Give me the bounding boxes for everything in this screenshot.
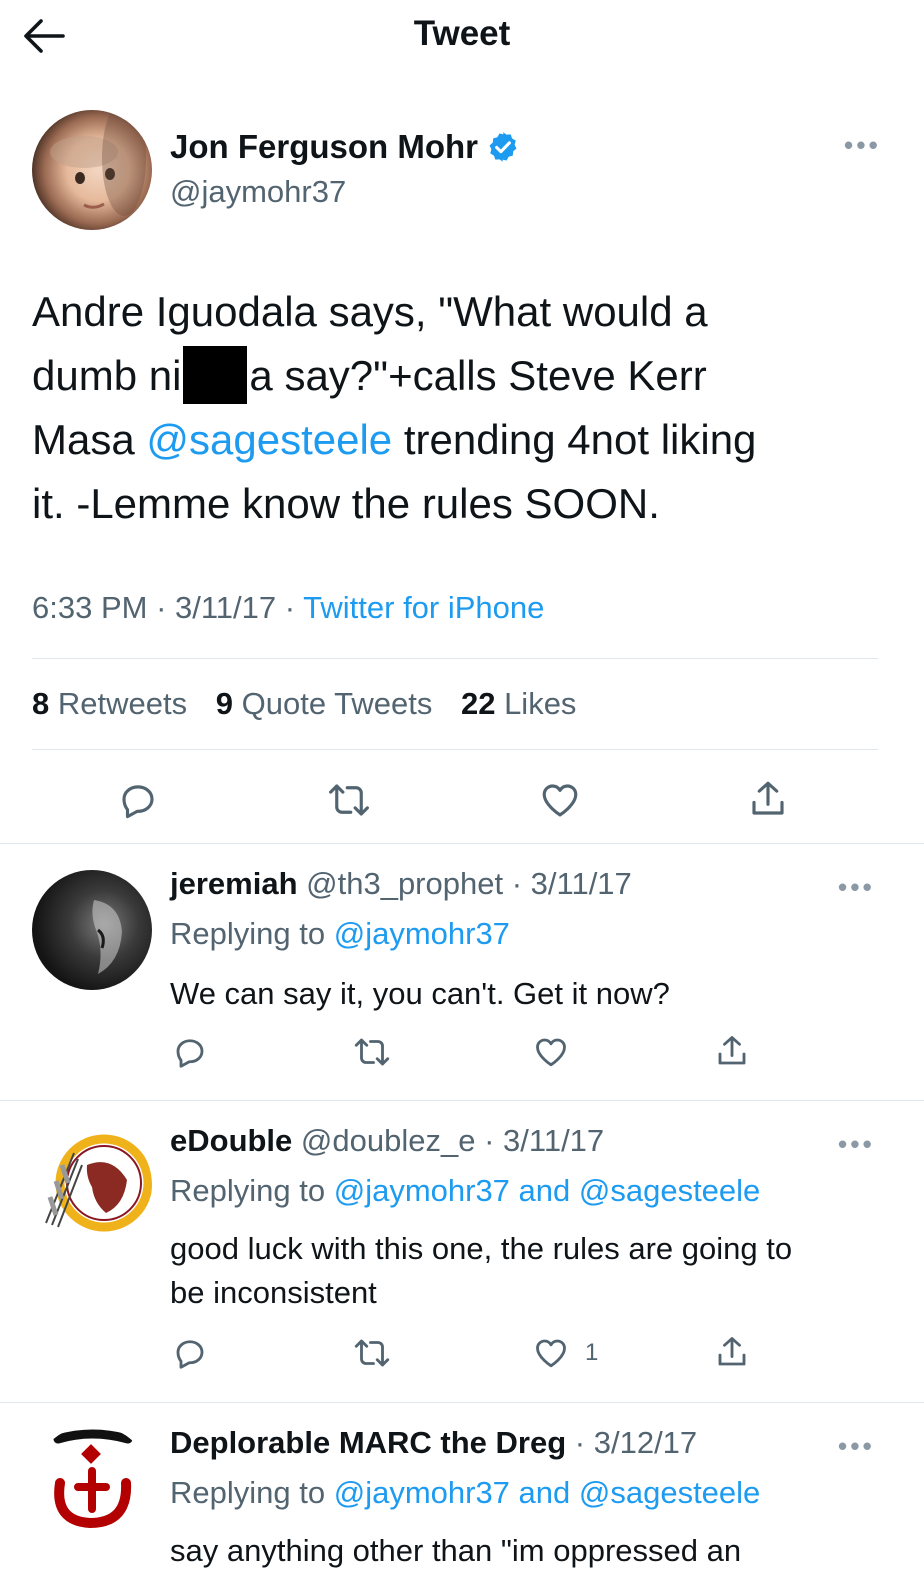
replying-to-link[interactable]: @jaymohr37 and @sagesteele [334, 1173, 761, 1208]
replying-label: Replying to [170, 1173, 326, 1208]
retweet-icon[interactable] [326, 779, 372, 821]
reply-date[interactable]: 3/11/17 [531, 866, 632, 901]
replying-to-link[interactable]: @jaymohr37 and @sagesteele [334, 1475, 761, 1510]
likes-stat[interactable]: 22 Likes [461, 686, 576, 721]
reply-date[interactable]: 3/11/17 [503, 1123, 604, 1158]
mention-link[interactable]: @sagesteele [146, 416, 392, 463]
handle[interactable]: @jaymohr37 [170, 174, 346, 210]
quotes-label: Quote Tweets [241, 686, 433, 721]
quote-count: 9 [215, 686, 233, 721]
tweet-actions [0, 775, 924, 825]
verified-badge-icon [489, 132, 517, 162]
reply-header: jeremiah @th3_prophet · 3/11/17 [170, 866, 632, 901]
reply-icon[interactable] [172, 1335, 208, 1371]
quotes-stat[interactable]: 9 Quote Tweets [216, 686, 433, 721]
retweets-stat[interactable]: 8 Retweets [32, 686, 187, 721]
retweet-icon[interactable] [352, 1335, 392, 1371]
tweet-source[interactable]: Twitter for iPhone [303, 590, 544, 625]
tweet-text-fragment: trending 4not liking [392, 416, 757, 463]
like-icon[interactable] [532, 1034, 570, 1070]
likes-label: Likes [504, 686, 577, 721]
tweet-text-line: it. -Lemme know the rules SOON. [32, 480, 660, 527]
share-icon[interactable] [747, 777, 789, 821]
share-icon[interactable] [714, 1032, 750, 1070]
reply-tweet[interactable]: jeremiah @th3_prophet · 3/11/17 • • • Re… [0, 844, 924, 1099]
reply-header: Deplorable MARC the Dreg · 3/12/17 [170, 1425, 698, 1460]
avatar[interactable] [32, 110, 152, 230]
tweet-text: Andre Iguodala says, "What would a dumb … [32, 280, 892, 536]
top-bar: Tweet [0, 0, 924, 72]
retweet-icon[interactable] [352, 1034, 392, 1070]
reply-text: We can say it, you can't. Get it now? [170, 976, 670, 1011]
like-icon[interactable] [538, 779, 582, 821]
reply-display-name[interactable]: eDouble [170, 1123, 292, 1158]
like-icon[interactable] [532, 1335, 570, 1371]
reply-tweet[interactable]: Deplorable MARC the Dreg · 3/12/17 • • •… [0, 1403, 924, 1596]
reply-text-line: good luck with this one, the rules are g… [170, 1231, 793, 1266]
tweet-text-line: Masa @sagesteele trending 4not liking [32, 408, 892, 472]
like-count: 22 [460, 686, 496, 721]
reply-header: eDouble @doublez_e · 3/11/17 [170, 1123, 605, 1158]
more-icon[interactable]: • • • [844, 130, 878, 161]
tweet-text-fragment: Masa [32, 416, 147, 463]
more-icon[interactable]: • • • [838, 872, 872, 903]
avatar[interactable] [32, 1425, 152, 1545]
reply-handle[interactable]: @doublez_e [301, 1123, 476, 1158]
tweet-meta: 6:33 PM · 3/11/17 · Twitter for iPhone [32, 590, 545, 625]
display-name-text: Jon Ferguson Mohr [170, 128, 478, 165]
tweet-time[interactable]: 6:33 PM [32, 590, 147, 625]
tweet-text-fragment: a say?"+calls Steve Kerr [249, 352, 707, 399]
divider [32, 749, 878, 750]
tweet-text-line: Andre Iguodala says, "What would a [32, 288, 708, 335]
replying-label: Replying to [170, 916, 326, 951]
reply-text: say anything other than "im oppressed an [170, 1533, 742, 1568]
reply-like-count: 1 [585, 1339, 599, 1366]
tweet-date[interactable]: 3/11/17 [175, 590, 276, 625]
reply-handle[interactable]: @th3_prophet [306, 866, 503, 901]
page-title: Tweet [413, 14, 511, 53]
tweet-text-fragment: dumb ni [32, 352, 182, 399]
reply-text: good luck with this one, the rules are g… [170, 1227, 890, 1315]
replying-to-link[interactable]: @jaymohr37 [334, 916, 510, 951]
replying-to: Replying to @jaymohr37 [170, 916, 510, 952]
reply-tweet[interactable]: eDouble @doublez_e · 3/11/17 • • • Reply… [0, 1101, 924, 1401]
replying-label: Replying to [170, 1475, 326, 1510]
tweet-text-line: dumb ni a say?"+calls Steve Kerr [32, 344, 892, 408]
divider [32, 658, 878, 659]
share-icon[interactable] [714, 1333, 750, 1371]
redaction-box [183, 346, 248, 404]
reply-text-line: be inconsistent [170, 1275, 377, 1310]
avatar[interactable] [32, 870, 152, 990]
reply-display-name[interactable]: Deplorable MARC the Dreg [170, 1425, 566, 1460]
retweets-label: Retweets [57, 686, 188, 721]
tweet-stats: 8 Retweets 9 Quote Tweets 22 Likes [32, 686, 596, 722]
retweet-count: 8 [32, 686, 50, 721]
display-name[interactable]: Jon Ferguson Mohr [170, 128, 520, 166]
reply-icon[interactable] [172, 1034, 208, 1070]
replying-to: Replying to @jaymohr37 and @sagesteele [170, 1173, 760, 1209]
reply-icon[interactable] [117, 779, 159, 821]
avatar[interactable] [32, 1125, 152, 1245]
more-icon[interactable]: • • • [838, 1431, 872, 1462]
replying-to: Replying to @jaymohr37 and @sagesteele [170, 1475, 760, 1511]
more-icon[interactable]: • • • [838, 1129, 872, 1160]
reply-display-name[interactable]: jeremiah [170, 866, 298, 901]
reply-date[interactable]: 3/12/17 [594, 1425, 697, 1460]
